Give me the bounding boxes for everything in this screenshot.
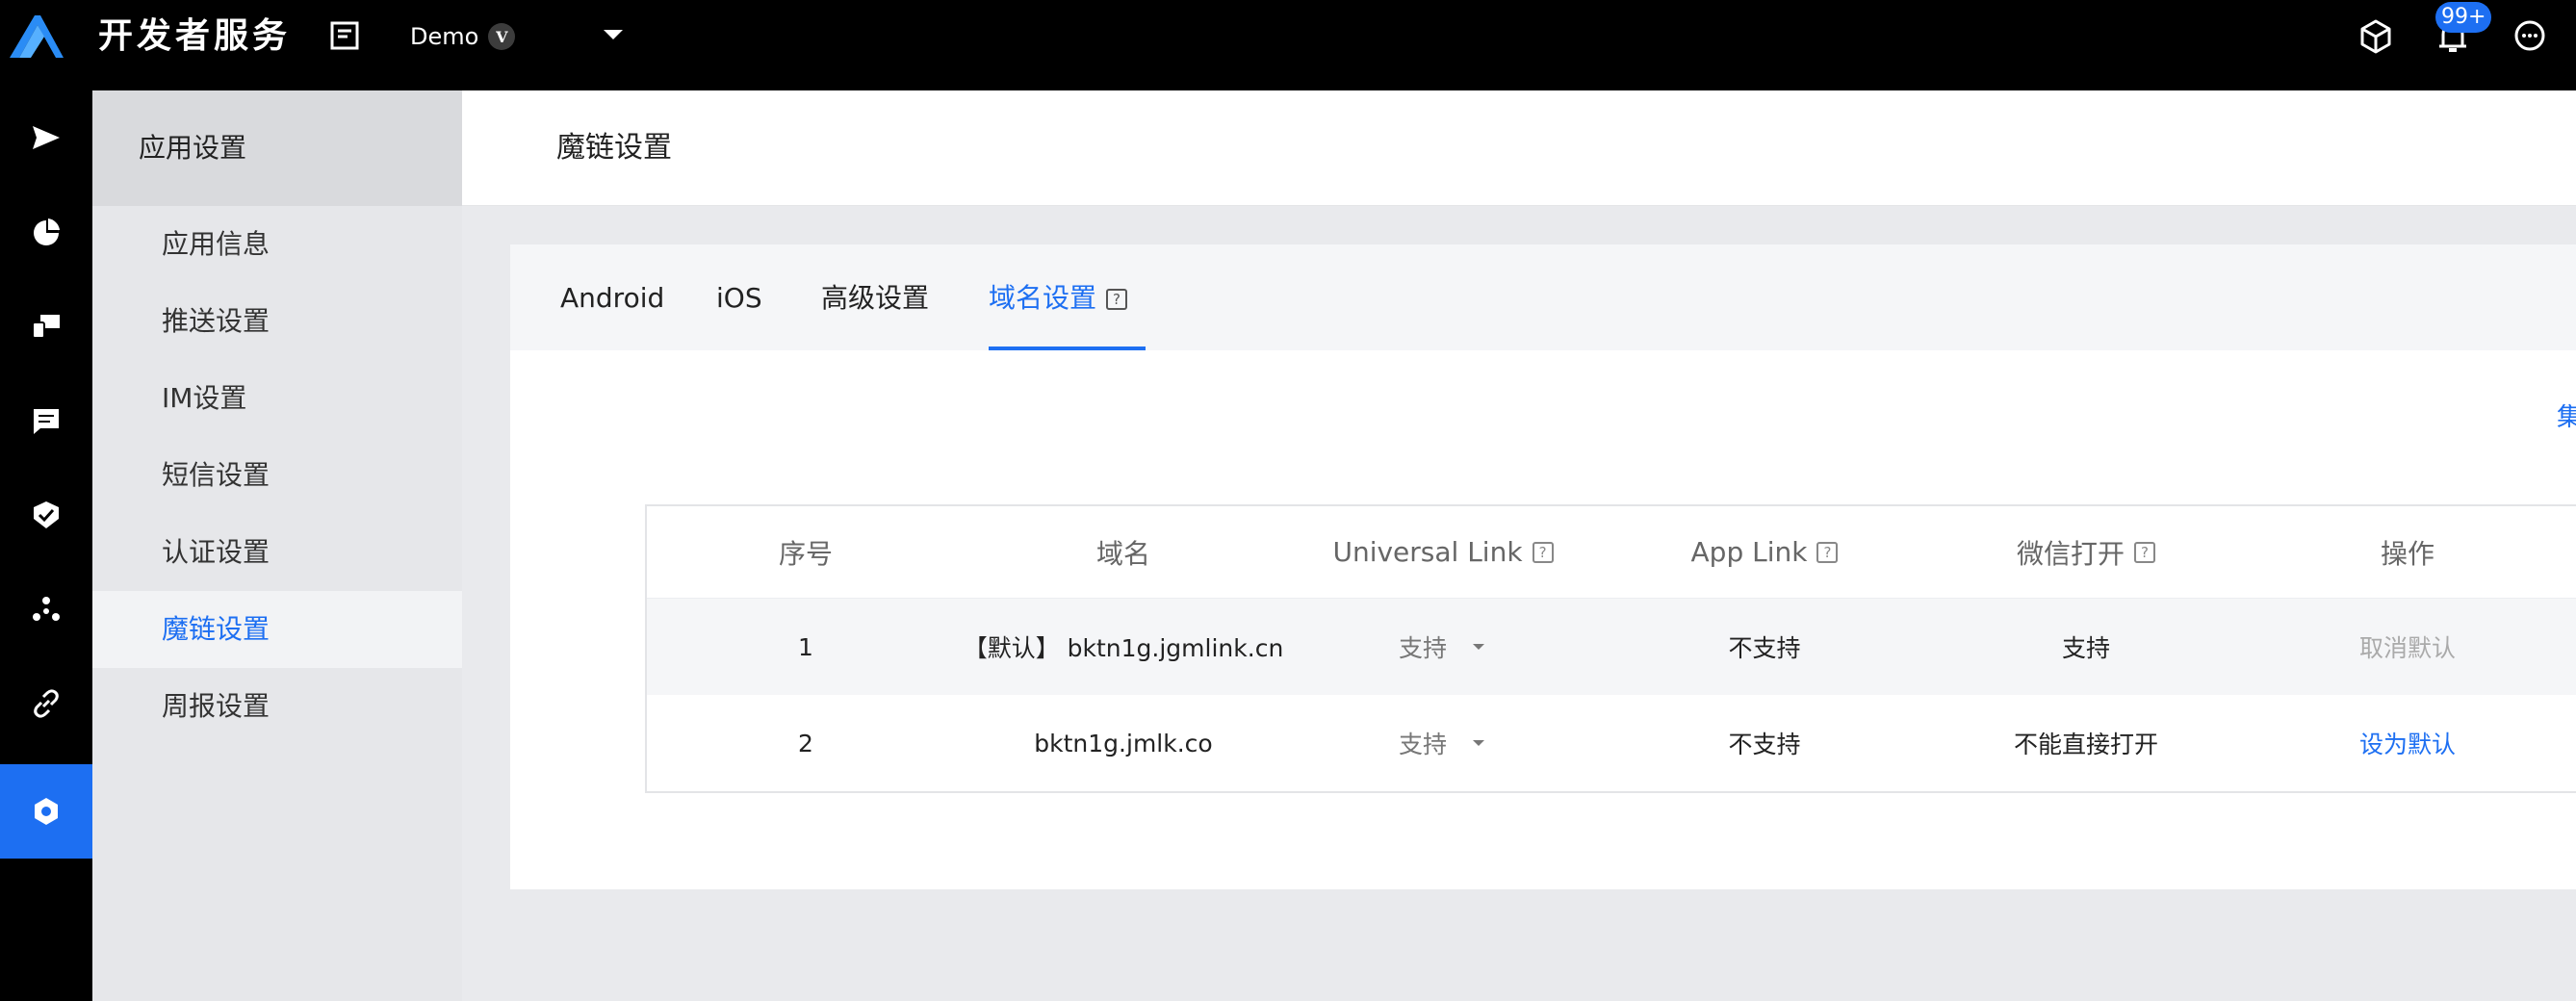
- menu-title: 应用设置: [139, 132, 247, 164]
- menu-item-label: IM设置: [162, 382, 247, 414]
- cell-universal-link: 支持: [1282, 695, 1604, 791]
- document-icon[interactable]: [328, 19, 361, 52]
- message-icon: [34, 409, 59, 434]
- menu-item-push-settings[interactable]: 推送设置: [92, 283, 462, 360]
- cell-universal-link: 支持: [1282, 599, 1604, 695]
- app-selector[interactable]: Demo V: [410, 19, 516, 54]
- rail-item-settings[interactable]: [0, 764, 92, 859]
- help-icon[interactable]: ?: [1816, 541, 1839, 563]
- cube-icon[interactable]: [2357, 17, 2395, 56]
- header-label: App Link: [1690, 536, 1808, 568]
- header-domain: 域名: [1095, 537, 1150, 570]
- tab-android[interactable]: Android: [560, 273, 664, 323]
- logo-icon[interactable]: [6, 12, 65, 60]
- link-icon: [34, 689, 59, 718]
- settings-icon: [35, 798, 58, 825]
- menu-item-im-settings[interactable]: IM设置: [92, 360, 462, 437]
- rail-item-push[interactable]: [0, 90, 92, 185]
- edge-link[interactable]: 集: [2557, 398, 2576, 437]
- chevron-down-icon[interactable]: [601, 25, 626, 44]
- settings-menu: 应用设置 应用信息 推送设置 IM设置 短信设置 认证设置 魔链设置 周报设置: [92, 90, 462, 1001]
- menu-item-label: 推送设置: [162, 305, 270, 337]
- brand-title: 开发者服务: [98, 16, 292, 56]
- menu-item-label: 应用信息: [162, 228, 270, 260]
- table-header: 序号 域名 Universal Link? App Link? 微信打开? 操作: [647, 506, 2576, 599]
- app-name: Demo: [410, 23, 479, 50]
- header-index: 序号: [778, 537, 833, 570]
- menu-item-label: 认证设置: [162, 536, 270, 568]
- header-label: 微信打开: [2016, 537, 2125, 570]
- rail-item-link[interactable]: [0, 656, 92, 751]
- cell-index: 1: [798, 632, 813, 661]
- header-wechat-open: 微信打开?: [1925, 506, 2247, 598]
- active-tab-indicator: [989, 346, 1146, 350]
- devices-icon: [32, 315, 60, 339]
- tab-domain-settings[interactable]: 域名设置?: [989, 273, 1128, 323]
- cell-wechat-open: 不能直接打开: [2013, 731, 2158, 758]
- domain-table: 序号 域名 Universal Link? App Link? 微信打开? 操作…: [645, 504, 2576, 793]
- header-action: 操作: [2380, 537, 2434, 570]
- cell-domain: 【默认】 bktn1g.jgmlink.cn: [963, 634, 1284, 662]
- app-verified-badge: V: [488, 23, 516, 50]
- chevron-down-icon: [1473, 740, 1484, 746]
- rail-item-stats[interactable]: [0, 185, 92, 279]
- menu-item-magic-link-settings[interactable]: 魔链设置: [92, 591, 462, 668]
- rail-item-nodes[interactable]: [0, 562, 92, 656]
- menu-item-label: 短信设置: [162, 459, 270, 491]
- menu-item-app-info[interactable]: 应用信息: [92, 206, 462, 283]
- page-title: 魔链设置: [556, 131, 672, 165]
- content-card: Android iOS 高级设置 域名设置? 集 序号 域名 Universal…: [510, 244, 2576, 889]
- shield-check-icon: [34, 501, 59, 528]
- header-app-link: App Link?: [1604, 506, 1925, 598]
- menu-item-sms-settings[interactable]: 短信设置: [92, 437, 462, 514]
- universal-link-select[interactable]: 支持: [1399, 726, 1487, 760]
- tab-ios[interactable]: iOS: [716, 273, 762, 323]
- menu-item-weekly-report[interactable]: 周报设置: [92, 668, 462, 745]
- top-bar: 开发者服务 Demo V 99+: [0, 0, 2576, 90]
- select-value: 支持: [1398, 731, 1447, 758]
- rail-item-devices[interactable]: [0, 279, 92, 373]
- tab-advanced[interactable]: 高级设置: [821, 273, 929, 323]
- table-row: 1 【默认】 bktn1g.jgmlink.cn 支持 不支持 支持 取消默认: [647, 599, 2576, 695]
- cell-app-link: 不支持: [1728, 731, 1801, 758]
- table-row: 2 bktn1g.jmlk.co 支持 不支持 不能直接打开 设为默认: [647, 695, 2576, 791]
- cancel-default-button[interactable]: 取消默认: [2247, 599, 2568, 695]
- cell-domain: bktn1g.jmlk.co: [1034, 729, 1213, 757]
- cell-app-link: 不支持: [1728, 634, 1801, 662]
- select-value: 支持: [1398, 634, 1447, 662]
- pie-chart-icon: [34, 218, 60, 245]
- rail-item-messages[interactable]: [0, 373, 92, 468]
- menu-item-label: 周报设置: [162, 690, 270, 722]
- chat-icon[interactable]: [2511, 17, 2549, 56]
- rail-item-verify[interactable]: [0, 468, 92, 562]
- notification-badge: 99+: [2435, 2, 2492, 33]
- help-icon[interactable]: ?: [1106, 289, 1128, 310]
- universal-link-select[interactable]: 支持: [1399, 629, 1487, 664]
- menu-item-label: 魔链设置: [162, 613, 270, 645]
- tab-bar: Android iOS 高级设置 域名设置?: [510, 244, 2576, 350]
- header-universal-link: Universal Link?: [1282, 506, 1604, 598]
- menu-item-auth-settings[interactable]: 认证设置: [92, 514, 462, 591]
- help-icon[interactable]: ?: [1532, 541, 1554, 563]
- tab-label: 域名设置: [989, 282, 1097, 314]
- header-label: Universal Link: [1332, 536, 1523, 568]
- chevron-down-icon: [1473, 644, 1484, 650]
- nodes-icon: [33, 597, 60, 621]
- help-icon[interactable]: ?: [2134, 541, 2155, 563]
- set-default-button[interactable]: 设为默认: [2247, 695, 2568, 791]
- send-icon: [33, 126, 60, 149]
- page-header: 魔链设置: [462, 90, 2576, 206]
- cell-wechat-open: 支持: [2061, 634, 2110, 662]
- cell-index: 2: [798, 729, 813, 757]
- menu-header: 应用设置: [92, 90, 462, 206]
- icon-rail: [0, 90, 92, 1001]
